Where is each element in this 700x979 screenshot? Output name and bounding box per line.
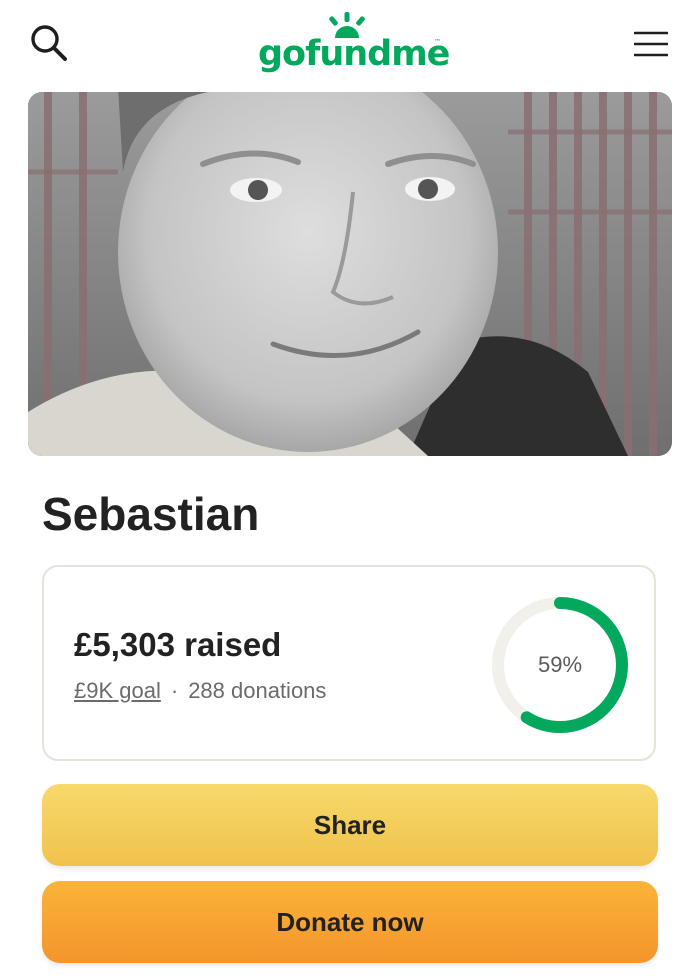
campaign-photo-illustration: [28, 92, 672, 456]
logo-trademark: ™: [434, 38, 441, 46]
logo-text: gofundme: [258, 34, 450, 74]
goal-and-donations: £9K goal · 288 donations: [74, 677, 326, 705]
donate-now-button[interactable]: Donate now: [42, 881, 658, 963]
goal-link[interactable]: £9K goal: [74, 678, 161, 703]
campaign-title: Sebastian: [42, 488, 260, 540]
donation-count: 288 donations: [188, 678, 327, 703]
top-bar: gofundme ™: [0, 0, 700, 90]
campaign-page: gofundme ™ Sebastian £5,303 raised £9K g…: [0, 0, 700, 979]
share-button[interactable]: Share: [42, 784, 658, 866]
hamburger-menu-icon[interactable]: [634, 30, 668, 58]
search-icon[interactable]: [28, 22, 70, 64]
donation-progress-card: £5,303 raised £9K goal · 288 donations 59%: [42, 565, 656, 761]
gofundme-logo[interactable]: gofundme ™: [256, 12, 450, 78]
campaign-photo: [28, 92, 672, 456]
progress-ring: 59%: [490, 595, 630, 735]
amount-raised: £5,303 raised: [74, 626, 282, 663]
progress-percent: 59%: [537, 652, 583, 677]
separator-dot: ·: [170, 678, 179, 703]
